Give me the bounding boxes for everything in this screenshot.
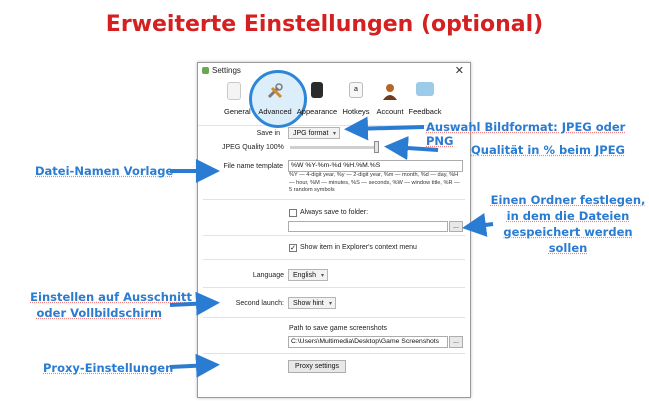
- tab-advanced-label: Advanced: [258, 107, 292, 116]
- jpeg-quality-slider[interactable]: [290, 146, 378, 149]
- show-in-explorer-checkbox[interactable]: ✓: [289, 244, 297, 252]
- jpeg-quality-value: 100%: [266, 144, 284, 151]
- language-value: English: [293, 272, 316, 279]
- settings-window: Settings ✕ General Advanced Appearance a…: [197, 62, 471, 398]
- tab-hotkeys[interactable]: a Hotkeys: [339, 79, 373, 125]
- folder-browse-button[interactable]: ...: [449, 221, 463, 232]
- tab-feedback[interactable]: Feedback: [407, 79, 443, 125]
- always-save-label: Always save to folder:: [300, 209, 369, 216]
- always-save-checkbox[interactable]: [289, 209, 297, 217]
- second-launch-value: Show hint: [293, 300, 324, 307]
- appearance-icon: [311, 82, 323, 98]
- separator: [203, 353, 465, 354]
- proxy-settings-button[interactable]: Proxy settings: [288, 360, 346, 373]
- save-format-select[interactable]: JPG format ▾: [288, 127, 340, 139]
- chevron-down-icon: ▾: [328, 301, 332, 307]
- jpeg-quality-slider-thumb[interactable]: [374, 141, 379, 153]
- annotation-quality: Qualität in % beim JPEG: [471, 143, 625, 157]
- app-icon: [202, 67, 209, 74]
- tab-advanced[interactable]: Advanced: [254, 79, 296, 125]
- advanced-tools-icon: [266, 82, 284, 100]
- save-in-label: Save in: [256, 130, 280, 137]
- chevron-down-icon: ▾: [320, 273, 324, 279]
- page-title: Erweiterte Einstellungen (optional): [105, 12, 544, 37]
- jpeg-quality-label: JPEG Quality: [221, 144, 264, 151]
- window-title: Settings: [212, 66, 241, 75]
- file-name-template-label: File name template: [223, 163, 283, 170]
- tab-feedback-label: Feedback: [408, 107, 442, 116]
- annotation-second-line2: oder Vollbildschirm: [36, 306, 162, 320]
- annotation-folder-line4: sollen: [548, 241, 588, 255]
- game-path-browse-button[interactable]: ...: [449, 336, 463, 348]
- template-hint: %Y — 4-digit year, %y — 2-digit year, %m…: [289, 172, 460, 193]
- second-launch-label: Second launch:: [235, 300, 284, 307]
- tab-hotkeys-label: Hotkeys: [342, 107, 370, 116]
- save-format-value: JPG format: [293, 130, 329, 137]
- tab-appearance-label: Appearance: [296, 107, 338, 116]
- separator: [203, 235, 465, 236]
- account-icon: [381, 82, 399, 100]
- annotation-template: Datei-Namen Vorlage: [35, 164, 174, 178]
- feedback-icon: [416, 82, 434, 96]
- game-path-label: Path to save game screenshots: [289, 325, 388, 332]
- language-select[interactable]: English ▾: [288, 269, 328, 281]
- tab-general-label: General: [224, 107, 251, 116]
- separator: [203, 259, 465, 260]
- hotkeys-icon: a: [349, 82, 363, 98]
- annotation-second-line1: Einstellen auf Ausschnitt: [30, 290, 192, 304]
- tab-account-label: Account: [376, 107, 404, 116]
- show-in-explorer-label: Show item in Explorer's context menu: [300, 244, 417, 251]
- window-titlebar: Settings ✕: [198, 63, 470, 79]
- separator: [203, 287, 465, 288]
- annotation-folder-line1: Einen Ordner festlegen,: [490, 193, 646, 207]
- general-icon: [227, 82, 241, 100]
- settings-tabbar: General Advanced Appearance a Hotkeys Ac…: [198, 70, 470, 128]
- folder-path-input[interactable]: [288, 221, 448, 232]
- close-icon[interactable]: ✕: [455, 64, 464, 77]
- tab-appearance[interactable]: Appearance: [296, 79, 338, 125]
- tab-account[interactable]: Account: [373, 79, 407, 125]
- annotation-folder-line2: in dem die Dateien: [506, 209, 630, 223]
- second-launch-select[interactable]: Show hint ▾: [288, 297, 336, 309]
- game-path-input[interactable]: C:\Users\Multimedia\Desktop\Game Screens…: [288, 336, 448, 348]
- separator: [203, 199, 465, 200]
- annotation-folder-line3: gespeichert werden: [503, 225, 633, 239]
- language-label: Language: [252, 272, 284, 279]
- annotation-proxy: Proxy-Einstellungen: [43, 361, 174, 375]
- file-name-template-input[interactable]: %W %Y-%m-%d %H.%M.%S: [288, 160, 463, 172]
- tab-general[interactable]: General: [220, 79, 251, 125]
- separator: [203, 317, 465, 318]
- chevron-down-icon: ▾: [332, 131, 336, 137]
